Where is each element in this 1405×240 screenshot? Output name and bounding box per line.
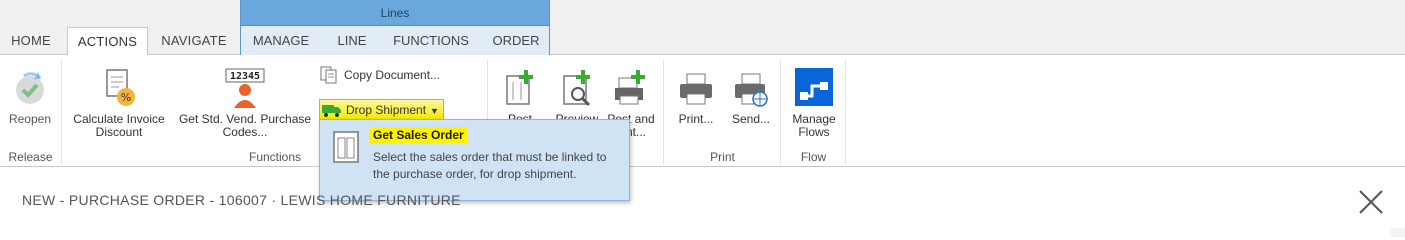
reopen-label: Reopen bbox=[8, 112, 52, 126]
scroll-corner bbox=[1391, 228, 1405, 237]
tab-manage[interactable]: MANAGE bbox=[244, 26, 318, 55]
group-flow: Manage Flows Flow bbox=[782, 60, 846, 165]
manage-flows-label-2: Flows bbox=[798, 125, 830, 139]
copy-document-button[interactable]: Copy Document... bbox=[320, 64, 440, 86]
get-sales-order-menu-item[interactable]: Get Sales Order Select the sales order t… bbox=[319, 119, 630, 201]
context-tab-group-lines: Lines MANAGE LINE FUNCTIONS ORDER bbox=[240, 0, 550, 55]
calculate-invoice-discount-button[interactable]: % Calculate Invoice Discount bbox=[67, 62, 171, 139]
get-std-vend-purchase-codes-button[interactable]: 12345 Get Std. Vend. Purchase Codes... bbox=[173, 62, 317, 139]
group-label-flow: Flow bbox=[800, 150, 827, 164]
preview-posting-button[interactable]: Preview bbox=[551, 62, 603, 126]
drop-shipment-button[interactable]: Drop Shipment ▼ bbox=[319, 99, 444, 120]
context-tabs: MANAGE LINE FUNCTIONS ORDER bbox=[241, 26, 549, 55]
tab-functions[interactable]: FUNCTIONS bbox=[386, 26, 476, 55]
calc-invoice-label-2: Discount bbox=[95, 125, 143, 139]
group-release: Reopen Release bbox=[0, 60, 62, 165]
group-print: Print... Send... Print bbox=[665, 60, 781, 165]
print-label: Print... bbox=[678, 112, 714, 126]
ribbon-tab-strip: HOME ACTIONS NAVIGATE Lines MANAGE LINE … bbox=[0, 0, 1405, 56]
std-vend-label-2: Codes... bbox=[222, 125, 268, 139]
post-icon bbox=[500, 66, 540, 110]
printer-icon bbox=[676, 66, 716, 110]
print-button[interactable]: Print... bbox=[671, 62, 721, 126]
drop-shipment-label: Drop Shipment bbox=[346, 102, 427, 117]
svg-text:%: % bbox=[121, 91, 131, 104]
context-group-header: Lines bbox=[241, 0, 549, 26]
preview-icon bbox=[557, 66, 597, 110]
invoice-discount-icon: % bbox=[99, 66, 139, 110]
tab-home[interactable]: HOME bbox=[2, 27, 60, 55]
send-button[interactable]: Send... bbox=[725, 62, 777, 126]
copy-document-label: Copy Document... bbox=[344, 68, 441, 82]
sales-order-document-icon bbox=[332, 130, 360, 164]
truck-icon bbox=[322, 102, 342, 118]
tooltip-description: Select the sales order that must be link… bbox=[373, 150, 607, 181]
tab-actions[interactable]: ACTIONS bbox=[67, 27, 148, 56]
manage-flows-button[interactable]: Manage Flows bbox=[784, 62, 844, 139]
tab-line[interactable]: LINE bbox=[324, 26, 380, 55]
group-label-print: Print bbox=[710, 150, 735, 164]
ribbon-body: Reopen Release % Calculate Invoice Disco… bbox=[0, 55, 1405, 167]
group-label-release: Release bbox=[8, 150, 53, 164]
close-icon[interactable] bbox=[1357, 188, 1385, 216]
post-print-icon bbox=[611, 66, 651, 110]
send-printer-icon bbox=[731, 66, 771, 110]
send-label: Send... bbox=[731, 112, 771, 126]
tab-navigate[interactable]: NAVIGATE bbox=[154, 27, 234, 55]
post-button[interactable]: Post bbox=[495, 62, 545, 126]
flow-icon bbox=[794, 66, 834, 110]
tooltip-title: Get Sales Order bbox=[370, 127, 467, 143]
page-title: NEW - PURCHASE ORDER - 106007 · LEWIS HO… bbox=[22, 192, 461, 208]
tab-order[interactable]: ORDER bbox=[485, 26, 547, 55]
svg-text:12345: 12345 bbox=[230, 71, 260, 82]
copy-document-icon bbox=[320, 66, 338, 84]
reopen-icon bbox=[10, 66, 50, 110]
reopen-button[interactable]: Reopen bbox=[2, 62, 58, 126]
vendor-codes-icon: 12345 bbox=[225, 66, 265, 110]
